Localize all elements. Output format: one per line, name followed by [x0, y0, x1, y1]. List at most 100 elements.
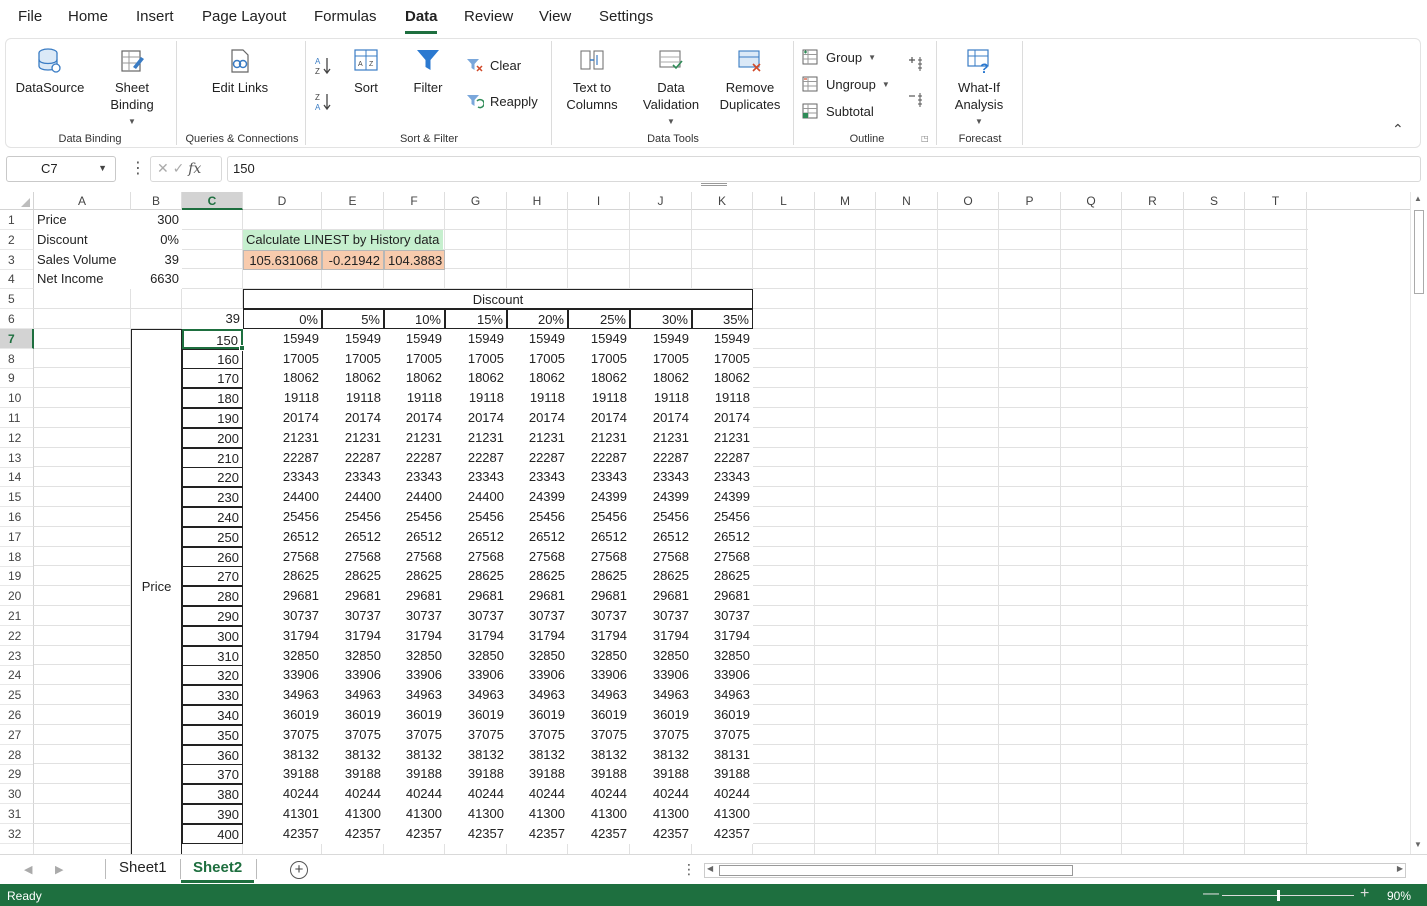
table-cell[interactable]: 38132	[568, 744, 630, 765]
table-cell[interactable]: 28625	[243, 566, 322, 587]
table-cell[interactable]: 38132	[243, 744, 322, 765]
table-cell[interactable]: 37075	[630, 724, 692, 745]
table-cell[interactable]: 31794	[507, 625, 568, 646]
cancel-icon[interactable]: ✕	[157, 160, 169, 176]
table-cell[interactable]: 32850	[692, 645, 753, 666]
table-cell[interactable]: 17005	[445, 348, 507, 369]
table-cell[interactable]: 30737	[507, 606, 568, 626]
table-cell[interactable]: 29681	[243, 586, 322, 607]
table-cell[interactable]: 23343	[568, 467, 630, 488]
remove-duplicates-button[interactable]: Remove Duplicates	[712, 47, 788, 113]
row-header-27[interactable]: 27	[0, 724, 34, 745]
row-header-11[interactable]: 11	[0, 408, 34, 428]
fill-handle[interactable]	[239, 344, 245, 351]
table-cell[interactable]: 18062	[384, 368, 445, 389]
table-cell[interactable]: 20174	[507, 408, 568, 428]
row-header-23[interactable]: 23	[0, 645, 34, 666]
table-cell[interactable]: 41300	[692, 804, 753, 824]
table-cell[interactable]: 40244	[507, 784, 568, 805]
table-cell[interactable]: 36019	[630, 705, 692, 725]
price-value[interactable]: 240	[182, 507, 243, 527]
table-cell[interactable]: 33906	[384, 665, 445, 686]
table-cell[interactable]: 27568	[384, 546, 445, 567]
table-cell[interactable]: 29681	[322, 586, 384, 607]
table-cell[interactable]: 36019	[243, 705, 322, 725]
discount-header[interactable]: 35%	[692, 309, 753, 329]
table-cell[interactable]: 20174	[568, 408, 630, 428]
table-cell[interactable]: 37075	[692, 724, 753, 745]
discount-header[interactable]: 10%	[384, 309, 445, 329]
column-header-o[interactable]: O	[938, 192, 999, 210]
group-button[interactable]: Group ▼	[802, 49, 876, 65]
table-cell[interactable]: 23343	[243, 467, 322, 488]
price-value[interactable]: 230	[182, 487, 243, 508]
column-header-q[interactable]: Q	[1061, 192, 1122, 210]
table-cell[interactable]: 34963	[243, 685, 322, 706]
table-cell[interactable]: 39188	[507, 764, 568, 785]
row-header-26[interactable]: 26	[0, 705, 34, 725]
formula-input[interactable]: 150	[227, 156, 1421, 182]
table-cell[interactable]: 24399	[568, 487, 630, 508]
row-header-13[interactable]: 13	[0, 447, 34, 468]
table-cell[interactable]: 29681	[568, 586, 630, 607]
table-cell[interactable]: 23343	[384, 467, 445, 488]
table-cell[interactable]: 18062	[322, 368, 384, 389]
resize-handle[interactable]	[701, 183, 727, 186]
table-cell[interactable]: 34963	[630, 685, 692, 706]
table-cell[interactable]: 27568	[692, 546, 753, 567]
table-cell[interactable]: 21231	[507, 427, 568, 448]
table-cell[interactable]: 17005	[322, 348, 384, 369]
table-cell[interactable]: 38132	[384, 744, 445, 765]
table-cell[interactable]: 40244	[445, 784, 507, 805]
row-header-3[interactable]: 3	[0, 249, 34, 270]
hide-detail-button[interactable]	[908, 91, 924, 109]
row-header-24[interactable]: 24	[0, 665, 34, 686]
discount-header[interactable]: 30%	[630, 309, 692, 329]
table-cell[interactable]: 41301	[243, 804, 322, 824]
table-cell[interactable]: 39188	[445, 764, 507, 785]
row-header-1[interactable]: 1	[0, 210, 34, 230]
table-cell[interactable]: 25456	[507, 507, 568, 527]
more-options-icon[interactable]: ⋮	[682, 861, 696, 878]
table-cell[interactable]: 41300	[507, 804, 568, 824]
row-header-31[interactable]: 31	[0, 804, 34, 824]
table-cell[interactable]: 23343	[692, 467, 753, 488]
price-axis-label[interactable]: Price	[131, 328, 182, 854]
table-cell[interactable]: 19118	[445, 388, 507, 409]
zoom-level[interactable]: 90%	[1387, 889, 1411, 903]
sort-button[interactable]: A Z Sort	[346, 47, 386, 96]
column-header-f[interactable]: F	[384, 192, 445, 210]
table-cell[interactable]: 23343	[445, 467, 507, 488]
table-cell[interactable]: 36019	[322, 705, 384, 725]
column-header-i[interactable]: I	[568, 192, 630, 210]
table-cell[interactable]: 15949	[692, 328, 753, 349]
row-header-20[interactable]: 20	[0, 586, 34, 607]
menu-file[interactable]: File	[18, 8, 42, 25]
row-header-19[interactable]: 19	[0, 566, 34, 587]
table-cell[interactable]: 25456	[692, 507, 753, 527]
table-cell[interactable]: 28625	[507, 566, 568, 587]
row-header-22[interactable]: 22	[0, 625, 34, 646]
table-cell[interactable]: 29681	[692, 586, 753, 607]
table-cell[interactable]: 42357	[322, 823, 384, 844]
table-cell[interactable]: 19118	[568, 388, 630, 409]
discount-header[interactable]: 5%	[322, 309, 384, 329]
table-cell[interactable]: 17005	[384, 348, 445, 369]
discount-header[interactable]: 15%	[445, 309, 507, 329]
column-header-m[interactable]: M	[815, 192, 876, 210]
table-cell[interactable]: 30737	[630, 606, 692, 626]
table-cell[interactable]: 28625	[322, 566, 384, 587]
reapply-button[interactable]: Reapply	[466, 93, 538, 109]
menu-page-layout[interactable]: Page Layout	[202, 8, 286, 25]
row-header-2[interactable]: 2	[0, 229, 34, 250]
table-cell[interactable]: 25456	[630, 507, 692, 527]
table-cell[interactable]: 25456	[322, 507, 384, 527]
edit-links-button[interactable]: Edit Links	[202, 47, 278, 96]
sort-za-button[interactable]: Z A	[314, 91, 332, 113]
row-header-32[interactable]: 32	[0, 823, 34, 844]
table-cell[interactable]: 37075	[322, 724, 384, 745]
table-cell[interactable]: 17005	[692, 348, 753, 369]
table-cell[interactable]: 42357	[507, 823, 568, 844]
table-cell[interactable]: 17005	[243, 348, 322, 369]
table-cell[interactable]: 19118	[692, 388, 753, 409]
